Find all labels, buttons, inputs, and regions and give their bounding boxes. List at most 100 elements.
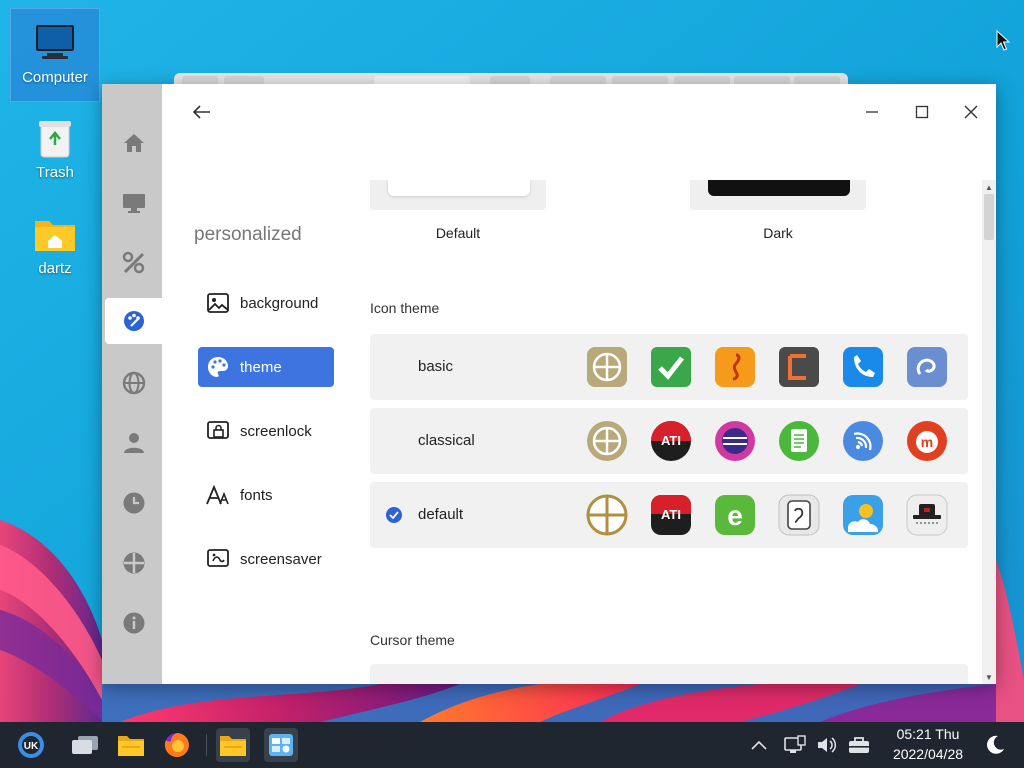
e-app-icon: e xyxy=(714,494,756,536)
desktop-icon-computer[interactable]: Computer xyxy=(10,8,100,102)
start-menu-icon: UK xyxy=(18,732,44,758)
taskbar-clock[interactable]: 05:21 Thu 2022/04/28 xyxy=(884,724,972,764)
clock-icon xyxy=(123,492,144,514)
svg-text:ATI: ATI xyxy=(661,433,681,448)
desktop-icon-label: Computer xyxy=(22,69,88,86)
icon-theme-row-default[interactable]: default ATI e xyxy=(370,482,968,548)
icon-theme-preview: ATI m xyxy=(586,420,948,462)
taskbar-open-file-manager[interactable] xyxy=(216,728,250,762)
folder-icon xyxy=(118,736,144,756)
nav-item-label: screenlock xyxy=(240,422,312,440)
nav-item-theme[interactable]: theme xyxy=(198,347,334,387)
nav-item-screensaver[interactable]: screensaver xyxy=(198,539,334,579)
taskbar-open-settings[interactable] xyxy=(264,728,298,762)
window-theme-dark-preview[interactable] xyxy=(690,180,866,210)
maximize-button[interactable] xyxy=(908,98,936,126)
swirl-app-icon xyxy=(906,346,948,388)
tray-toolbox-button[interactable] xyxy=(848,734,870,756)
maximize-icon xyxy=(915,105,929,119)
nav-item-label: fonts xyxy=(240,486,273,504)
check-app-icon xyxy=(650,346,692,388)
multitask-view-button[interactable] xyxy=(68,728,102,762)
scroll-down-icon[interactable]: ▼ xyxy=(982,670,996,684)
weather-app-icon xyxy=(842,494,884,536)
settings-app-icon xyxy=(269,734,293,756)
update-icon xyxy=(123,552,144,574)
minimize-button[interactable] xyxy=(858,98,886,126)
notes-app-icon xyxy=(778,420,820,462)
eclipse-app-icon xyxy=(714,420,756,462)
phone-orange-app-icon xyxy=(714,346,756,388)
hat-app-icon xyxy=(906,494,948,536)
network-icon xyxy=(784,735,806,753)
icon-theme-name: classical xyxy=(418,432,475,449)
nav-item-label: screensaver xyxy=(240,550,322,568)
back-arrow-icon xyxy=(193,105,210,119)
svg-text:e: e xyxy=(727,500,743,531)
home-icon xyxy=(123,134,144,152)
monitor-icon xyxy=(122,194,145,213)
rail-item-network[interactable] xyxy=(105,360,162,406)
dark-square-app-icon xyxy=(778,346,820,388)
home-folder-icon xyxy=(33,212,77,256)
tray-night-mode-button[interactable] xyxy=(984,734,1006,756)
screensaver-icon xyxy=(206,547,230,571)
desktop-icon-home-folder[interactable]: dartz xyxy=(10,200,100,294)
nav-item-screenlock[interactable]: screenlock xyxy=(198,411,334,451)
rail-item-display[interactable] xyxy=(105,180,162,226)
cursor-theme-heading: Cursor theme xyxy=(370,632,455,648)
icon-theme-row-basic[interactable]: basic xyxy=(370,334,968,400)
content-scrollbar[interactable]: ▲ ▼ xyxy=(982,180,996,684)
multitask-icon xyxy=(72,736,98,754)
m-app-icon: m xyxy=(906,420,948,462)
crosshair-app-icon xyxy=(586,420,628,462)
tray-volume-button[interactable] xyxy=(816,734,838,756)
fonts-icon xyxy=(206,483,230,507)
rail-item-datetime[interactable] xyxy=(105,480,162,526)
close-icon xyxy=(964,105,978,119)
moon-icon xyxy=(987,735,1004,754)
palette-icon xyxy=(123,311,144,331)
mouse-pointer-icon xyxy=(996,30,1010,51)
cursor-theme-list[interactable] xyxy=(370,664,968,684)
nav-item-background[interactable]: background xyxy=(198,283,334,323)
back-button[interactable] xyxy=(190,100,214,124)
theme-settings-panel: Default Dark Icon theme basic classical … xyxy=(370,180,984,684)
crosshair-app-icon xyxy=(586,494,628,536)
start-menu-button[interactable]: UK xyxy=(14,728,48,762)
tray-network-button[interactable] xyxy=(784,734,806,756)
settings-window: personalized background theme screenlock… xyxy=(102,84,996,684)
window-theme-default-preview[interactable] xyxy=(370,180,546,210)
trash-icon xyxy=(33,116,77,160)
icon-theme-preview xyxy=(586,346,948,388)
section-title: personalized xyxy=(194,224,302,245)
rail-item-system[interactable] xyxy=(105,240,162,286)
close-button[interactable] xyxy=(957,98,985,126)
window-theme-label: Dark xyxy=(763,225,793,241)
tray-expand-button[interactable] xyxy=(748,734,770,756)
rail-item-account[interactable] xyxy=(105,420,162,466)
file-manager-button[interactable] xyxy=(114,728,148,762)
rail-item-personalized[interactable] xyxy=(105,298,162,344)
volume-icon xyxy=(818,737,837,753)
ati-app-icon: ATI xyxy=(650,494,692,536)
desktop-icon-trash[interactable]: Trash xyxy=(10,104,100,198)
clock-date: 2022/04/28 xyxy=(892,746,964,762)
svg-text:UK: UK xyxy=(24,741,39,752)
rail-item-home[interactable] xyxy=(105,120,162,166)
svg-text:m: m xyxy=(921,434,933,450)
rail-item-about[interactable] xyxy=(105,600,162,646)
phone-blue-app-icon xyxy=(842,346,884,388)
firefox-button[interactable] xyxy=(160,728,194,762)
taskbar: UK 05:21 Thu 2022/04/28 xyxy=(0,722,1024,768)
icon-theme-name: default xyxy=(418,506,464,523)
nav-item-fonts[interactable]: fonts xyxy=(198,475,334,515)
scroll-up-icon[interactable]: ▲ xyxy=(982,180,996,194)
icon-theme-preview: ATI e xyxy=(586,494,948,536)
computer-icon xyxy=(33,21,77,65)
icon-theme-row-classical[interactable]: classical ATI m xyxy=(370,408,968,474)
window-theme-label: Default xyxy=(435,225,481,241)
desktop-icon-label: Trash xyxy=(36,164,74,181)
scrollbar-thumb[interactable] xyxy=(984,194,994,240)
rail-item-update[interactable] xyxy=(105,540,162,586)
